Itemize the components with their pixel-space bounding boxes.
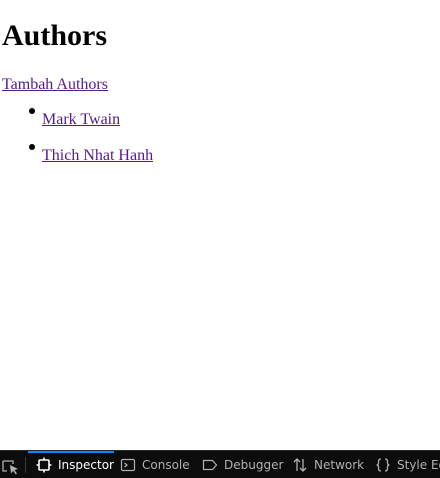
toolbar-divider	[25, 457, 26, 473]
author-link-thich-nhat-hanh[interactable]: Thich Nhat Hanh	[42, 147, 153, 164]
tab-label: Inspector	[58, 457, 114, 472]
tab-debugger[interactable]: Debugger	[202, 451, 283, 478]
tab-console[interactable]: Console	[120, 451, 190, 478]
style-editor-icon	[375, 457, 391, 473]
browser-viewport: Authors Tambah Authors Mark Twain Thich …	[0, 0, 440, 478]
console-icon	[120, 457, 136, 473]
bullet-icon	[29, 108, 35, 114]
list-item: Mark Twain	[2, 100, 153, 136]
tab-label: Console	[142, 457, 190, 472]
network-icon	[292, 457, 308, 473]
bullet-icon	[29, 144, 35, 150]
add-author-link[interactable]: Tambah Authors	[2, 75, 108, 95]
debugger-icon	[202, 457, 218, 473]
page-content: Authors Tambah Authors Mark Twain Thich …	[2, 0, 440, 450]
author-link-mark-twain[interactable]: Mark Twain	[42, 111, 120, 128]
inspector-icon	[36, 457, 52, 473]
tab-label: Style Ed	[397, 457, 440, 472]
tab-inspector[interactable]: Inspector	[28, 451, 114, 476]
list-item: Thich Nhat Hanh	[2, 136, 153, 172]
devtools-toolbar: Inspector Console Debugger Network Style…	[0, 450, 440, 478]
page-title: Authors	[2, 19, 108, 52]
tab-network[interactable]: Network	[292, 451, 364, 478]
tab-label: Debugger	[224, 457, 284, 472]
tab-label: Network	[314, 457, 365, 472]
element-picker-icon[interactable]	[0, 451, 24, 478]
author-list: Mark Twain Thich Nhat Hanh	[2, 100, 153, 172]
tab-style-editor[interactable]: Style Ed	[375, 451, 440, 478]
